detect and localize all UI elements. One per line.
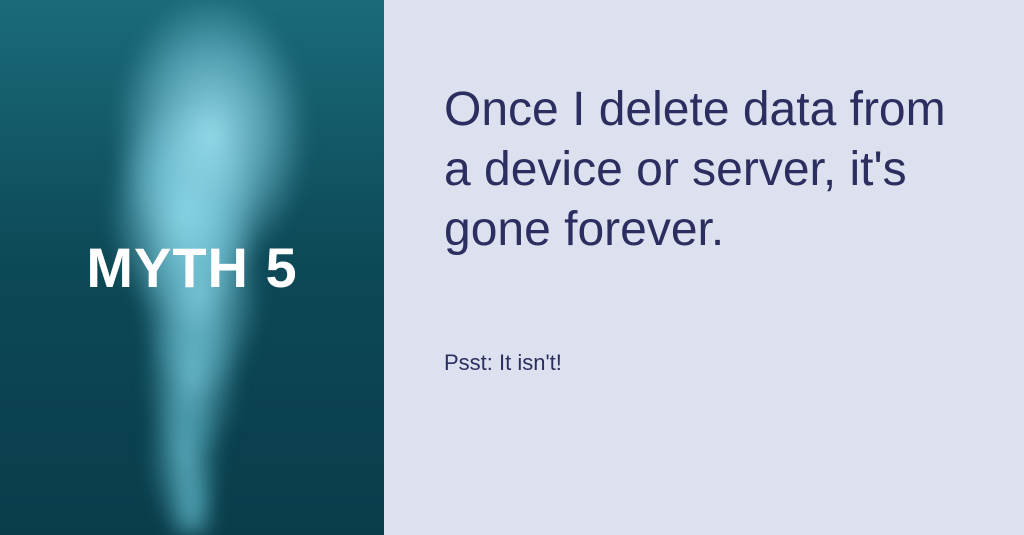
left-image-panel: MYTH 5 bbox=[0, 0, 384, 535]
myth-statement-text: Once I delete data from a device or serv… bbox=[444, 80, 964, 260]
myth-response-text: Psst: It isn't! bbox=[444, 350, 964, 376]
myth-number-label: MYTH 5 bbox=[86, 235, 297, 300]
right-text-panel: Once I delete data from a device or serv… bbox=[384, 0, 1024, 535]
